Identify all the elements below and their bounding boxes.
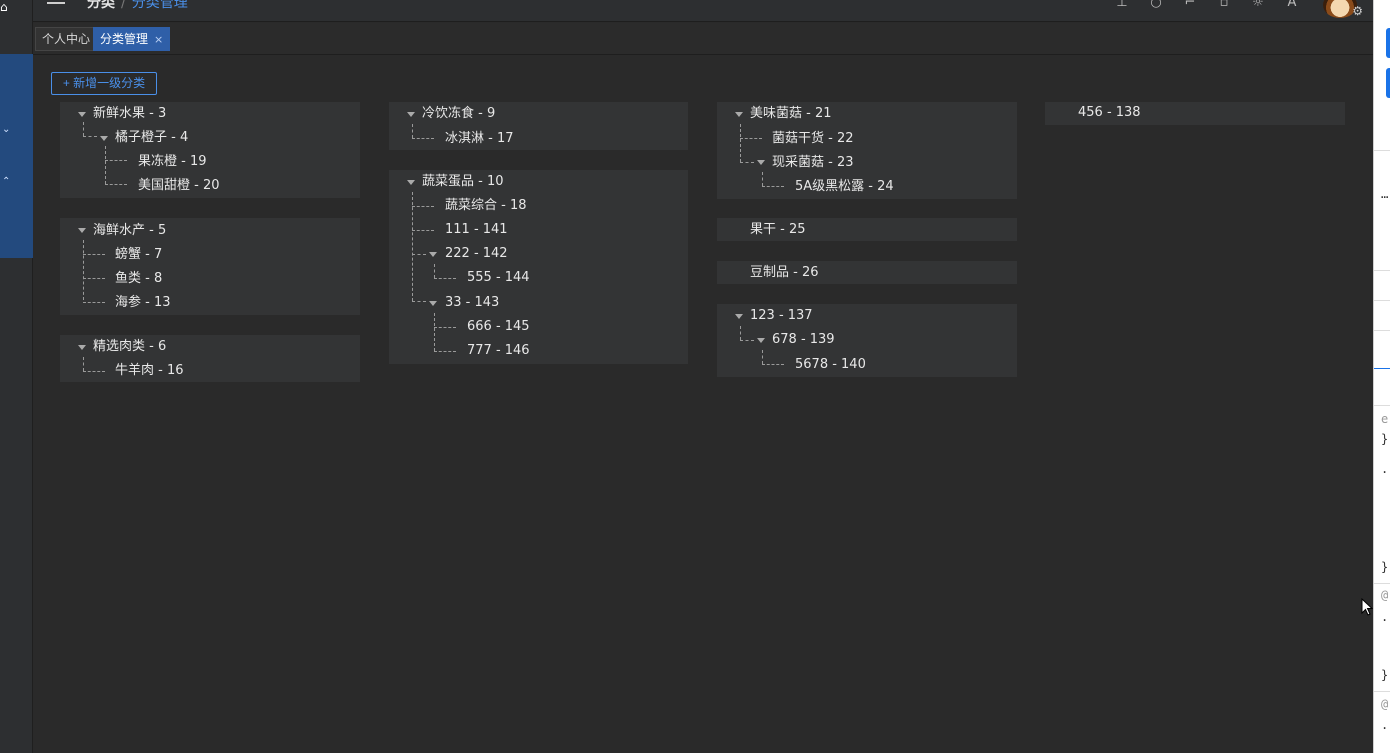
main-content: + 新增一级分类 新鲜水果 - 3 橘子橙子 - 4 果冻橙 - 19 美国甜橙… (33, 56, 1373, 753)
tree-node[interactable]: 螃蟹 - 7 (115, 245, 162, 265)
tree-card: 蔬菜蛋品 - 10 蔬菜综合 - 18 111 - 141 222 - 142 … (389, 170, 688, 364)
close-icon[interactable]: × (154, 33, 163, 46)
tree-card: 果干 - 25 (717, 218, 1017, 241)
gear-icon[interactable]: ⚙ (1352, 4, 1363, 18)
tree-card: 冷饮冻食 - 9 冰淇淋 - 17 (389, 102, 688, 150)
devtools-text: . (1381, 462, 1389, 476)
devtools-text: } (1381, 668, 1389, 682)
tree-node[interactable]: 现采菌菇 - 23 (772, 153, 854, 173)
caret-down-icon[interactable] (735, 112, 743, 117)
tree-node[interactable]: 777 - 146 (467, 341, 530, 361)
devtools-text: ⋯ (1381, 190, 1389, 204)
caret-down-icon[interactable] (407, 180, 415, 185)
caret-down-icon[interactable] (735, 314, 743, 319)
tree-node[interactable]: 冷饮冻食 - 9 (422, 104, 495, 124)
fullscreen-icon[interactable]: ⌐ (1181, 0, 1199, 14)
caret-down-icon[interactable] (78, 112, 86, 117)
tabs-bar: 个人中心 分类管理 × (33, 23, 1373, 55)
tab-category-management[interactable]: 分类管理 × (93, 27, 171, 51)
tree-node[interactable]: 5678 - 140 (795, 355, 866, 375)
breadcrumb: 分类 / 分类管理 (87, 0, 188, 12)
caret-down-icon[interactable] (429, 301, 437, 306)
translate-icon[interactable]: A (1283, 0, 1301, 14)
chevron-down-icon[interactable]: ⌄ (2, 124, 14, 136)
tree-card: 海鲜水产 - 5 螃蟹 - 7 鱼类 - 8 海参 - 13 (60, 218, 360, 315)
search-icon[interactable]: ○ (1147, 0, 1165, 14)
tree-node[interactable]: 5A级黑松露 - 24 (795, 177, 894, 197)
sidebar-menu: ⌄ ⌃ (0, 54, 33, 258)
tree-node[interactable]: 蔬菜蛋品 - 10 (422, 172, 504, 192)
devtools-button[interactable] (1386, 68, 1390, 98)
tree-card: 豆制品 - 26 (717, 261, 1017, 284)
tree-node[interactable]: 冰淇淋 - 17 (445, 129, 514, 149)
tree-node[interactable]: 美味菌菇 - 21 (750, 104, 832, 124)
breadcrumb-root[interactable]: 分类 (87, 0, 115, 11)
tree-card: 美味菌菇 - 21 菌菇干货 - 22 现采菌菇 - 23 5A级黑松露 - 2… (717, 102, 1017, 199)
top-header: 分类 / 分类管理 ⊥ ○ ⌐ ▫ ☼ A ⚙ (33, 0, 1373, 22)
tree-node[interactable]: 橘子橙子 - 4 (115, 128, 188, 148)
breadcrumb-separator: / (121, 0, 126, 11)
pin-icon[interactable]: ⊥ (1113, 0, 1131, 14)
tree-node[interactable]: 555 - 144 (467, 268, 530, 288)
devtools-button[interactable] (1386, 28, 1390, 58)
add-top-category-button[interactable]: + 新增一级分类 (51, 72, 157, 95)
devtools-text: @ (1381, 588, 1389, 602)
caret-down-icon[interactable] (100, 136, 108, 141)
home-icon[interactable]: ⌂ (0, 0, 33, 22)
tree-node[interactable]: 33 - 143 (445, 293, 499, 313)
tab-label: 个人中心 (42, 32, 91, 46)
devtools-text: . (1381, 610, 1389, 624)
tree-node[interactable]: 蔬菜综合 - 18 (445, 196, 527, 216)
tree-node[interactable]: 海鲜水产 - 5 (93, 221, 166, 241)
tree-node[interactable]: 牛羊肉 - 16 (115, 361, 184, 381)
tree-node[interactable]: 鱼类 - 8 (115, 269, 162, 289)
mouse-cursor-icon (1361, 598, 1373, 616)
tab-label: 分类管理 (100, 32, 149, 46)
tree-node[interactable]: 456 - 138 (1078, 103, 1141, 123)
caret-down-icon[interactable] (757, 160, 765, 165)
caret-down-icon[interactable] (78, 345, 86, 350)
caret-down-icon[interactable] (429, 252, 437, 257)
caret-down-icon[interactable] (757, 338, 765, 343)
sidebar: ⌂ ⌄ ⌃ (0, 0, 33, 753)
breadcrumb-current: 分类管理 (131, 0, 188, 11)
devtools-text: } (1381, 432, 1389, 446)
tree-node[interactable]: 123 - 137 (750, 306, 813, 326)
tree-card: 456 - 138 (1045, 102, 1345, 125)
tree-node[interactable]: 果冻橙 - 19 (138, 152, 207, 172)
caret-down-icon[interactable] (407, 112, 415, 117)
tree-card: 123 - 137 678 - 139 5678 - 140 (717, 304, 1017, 377)
tree-node[interactable]: 海参 - 13 (115, 293, 171, 313)
chevron-up-icon[interactable]: ⌃ (2, 176, 14, 188)
clipboard-icon[interactable]: ▫ (1215, 0, 1233, 14)
tree-node[interactable]: 果干 - 25 (750, 220, 806, 240)
devtools-panel: ⋯ e } . } @ . } @ . (1373, 0, 1390, 753)
devtools-text: . (1381, 718, 1389, 732)
tree-node[interactable]: 222 - 142 (445, 244, 508, 264)
tree-node[interactable]: 精选肉类 - 6 (93, 337, 166, 357)
tree-node[interactable]: 菌菇干货 - 22 (772, 129, 854, 149)
devtools-text: @ (1381, 697, 1389, 711)
menu-toggle-icon[interactable] (47, 0, 65, 6)
tab-personal-center[interactable]: 个人中心 (35, 27, 98, 51)
header-tools: ⊥ ○ ⌐ ▫ ☼ A (1113, 0, 1357, 18)
tree-card: 精选肉类 - 6 牛羊肉 - 16 (60, 335, 360, 382)
tree-node[interactable]: 666 - 145 (467, 317, 530, 337)
tree-node[interactable]: 豆制品 - 26 (750, 263, 819, 283)
devtools-text: e (1381, 412, 1389, 426)
tree-node[interactable]: 美国甜橙 - 20 (138, 176, 220, 196)
tree-card: 新鲜水果 - 3 橘子橙子 - 4 果冻橙 - 19 美国甜橙 - 20 (60, 102, 360, 198)
theme-icon[interactable]: ☼ (1249, 0, 1267, 14)
tree-node[interactable]: 111 - 141 (445, 220, 508, 240)
tree-node[interactable]: 678 - 139 (772, 330, 835, 350)
caret-down-icon[interactable] (78, 228, 86, 233)
tree-node[interactable]: 新鲜水果 - 3 (93, 104, 166, 124)
devtools-text: } (1381, 560, 1389, 574)
